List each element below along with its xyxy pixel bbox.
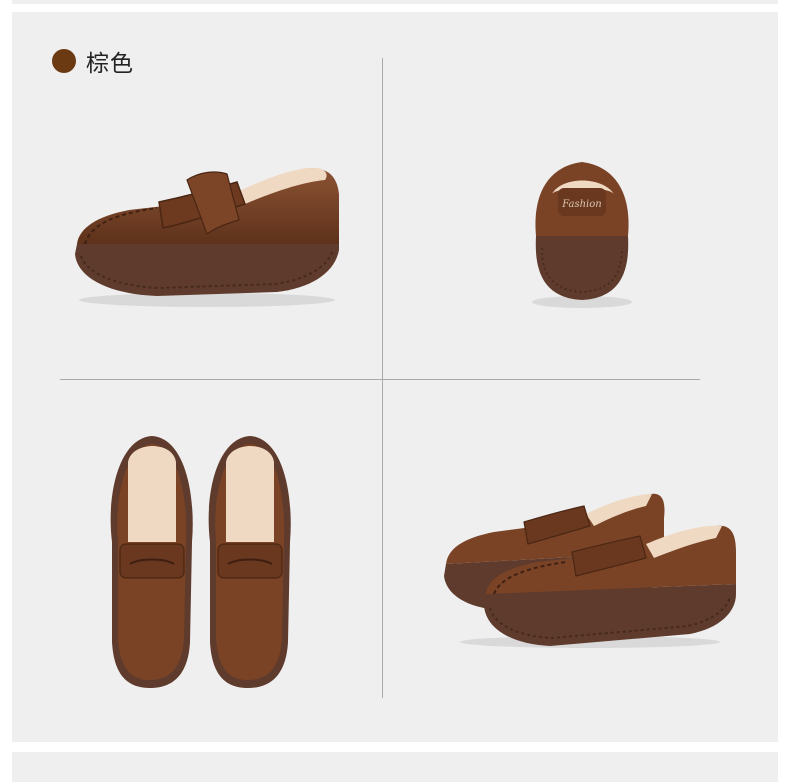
color-name-label: 棕色 [86, 51, 134, 77]
shoe-pair-top-view [100, 432, 300, 692]
top-strip [12, 0, 778, 4]
shoe-heel-view: Fashion [522, 152, 642, 312]
right-shoe-top [208, 436, 291, 688]
color-header: 棕色 [52, 44, 134, 78]
shoe-pair-angled-view [440, 482, 740, 652]
color-swatch [52, 49, 76, 73]
heel-brand-text: Fashion [561, 199, 601, 210]
left-shoe-top [110, 436, 193, 688]
product-color-panel: 棕色 Fashion [12, 12, 778, 742]
vertical-divider [382, 58, 383, 698]
shoe-side-view [67, 152, 347, 312]
horizontal-divider [60, 379, 700, 380]
bottom-strip [12, 752, 778, 782]
